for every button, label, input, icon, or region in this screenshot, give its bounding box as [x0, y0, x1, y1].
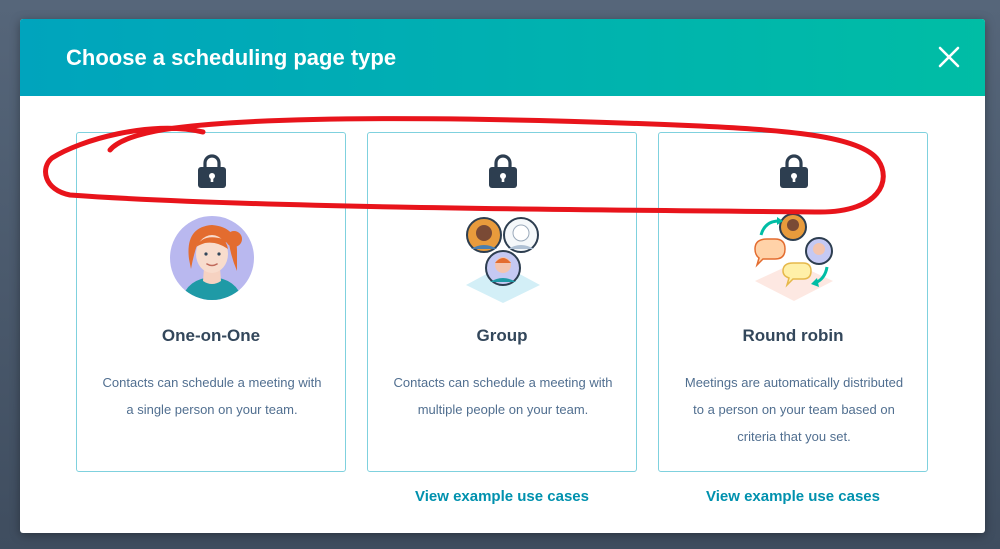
group-illustration	[466, 217, 540, 303]
round-robin-view-example-link[interactable]: View example use cases	[658, 487, 928, 507]
card-one-on-one[interactable]: One-on-One Contacts can schedule a meeti…	[76, 132, 346, 472]
card-group[interactable]: Group Contacts can schedule a meeting wi…	[367, 132, 637, 472]
lock-icon	[489, 154, 517, 188]
round-robin-illustration	[754, 213, 833, 301]
scheduling-page-type-modal: Choose a scheduling page type One-on-One…	[20, 19, 985, 533]
close-button[interactable]	[937, 45, 961, 69]
close-icon[interactable]	[937, 45, 961, 69]
card-round-robin[interactable]: Round robin Meetings are automatically d…	[658, 132, 928, 472]
lock-icon	[780, 154, 808, 188]
card-description: Meetings are automatically distributed t…	[684, 375, 904, 444]
card-title: Group	[476, 326, 528, 345]
card-title: Round robin	[742, 326, 844, 345]
card-title: One-on-One	[161, 326, 261, 345]
group-view-example-link[interactable]: View example use cases	[367, 487, 637, 507]
card-description: Contacts can schedule a meeting with mul…	[393, 375, 613, 417]
single-person-illustration	[170, 216, 254, 300]
lock-icon	[198, 154, 226, 188]
modal-header: Choose a scheduling page type	[20, 19, 985, 96]
card-description: Contacts can schedule a meeting with a s…	[102, 375, 322, 417]
modal-title: Choose a scheduling page type	[66, 45, 397, 70]
